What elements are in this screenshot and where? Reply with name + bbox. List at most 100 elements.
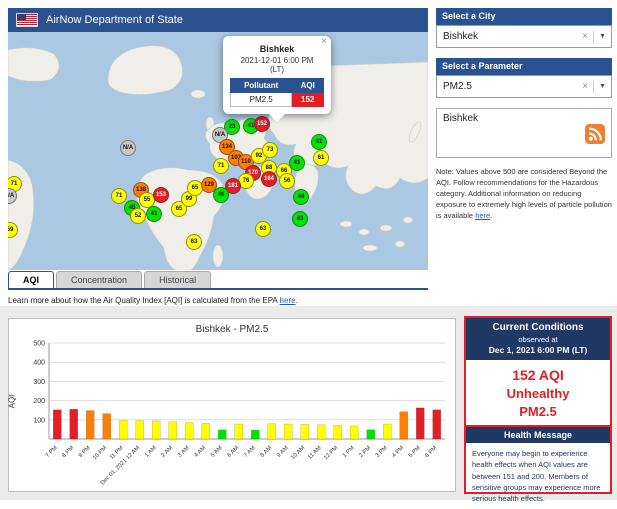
app-header: AirNow Department of State bbox=[8, 8, 428, 32]
current-aqi-value: 152 AQI bbox=[466, 367, 610, 383]
city-select-controls: × ▼ bbox=[582, 31, 606, 43]
popup-city: Bishkek bbox=[227, 44, 327, 54]
city-clear-icon[interactable]: × bbox=[582, 31, 588, 42]
rss-city-label: Bishkek bbox=[443, 113, 478, 124]
rss-icon[interactable] bbox=[585, 124, 605, 144]
beyond-aqi-note: Note: Values above 500 are considered Be… bbox=[436, 167, 612, 221]
aqi-chart-panel: Bishkek - PM2.5 AQI 1002003004005007 PM8… bbox=[8, 318, 456, 492]
x-tick-label: 7 AM bbox=[243, 445, 257, 459]
y-tick-label: 300 bbox=[33, 379, 45, 386]
aqi-marker[interactable]: 41 bbox=[311, 134, 327, 150]
select-parameter-header: Select a Parameter bbox=[436, 58, 612, 75]
chart-bar bbox=[152, 421, 160, 439]
x-tick-label: 3 AM bbox=[177, 445, 191, 459]
observed-datetime: Dec 1, 2021 6:00 PM (LT) bbox=[468, 345, 608, 355]
y-tick-label: 100 bbox=[33, 417, 45, 424]
chart-bar bbox=[136, 421, 144, 439]
popup-close-icon[interactable]: × bbox=[321, 37, 327, 47]
current-aqi-category: Unhealthy bbox=[466, 386, 610, 401]
city-select[interactable]: Bishkek × ▼ bbox=[436, 25, 612, 48]
parameter-clear-icon[interactable]: × bbox=[582, 81, 588, 92]
popup-pollutant-value: PM2.5 bbox=[231, 93, 292, 107]
aqi-marker[interactable]: 44 bbox=[293, 189, 309, 205]
chart-bar bbox=[317, 425, 325, 439]
tab-aqi[interactable]: AQI bbox=[8, 271, 54, 288]
x-tick-label: 12 PM bbox=[323, 445, 339, 461]
chart-bar bbox=[383, 424, 391, 439]
chart-bar bbox=[70, 409, 78, 439]
chart-bar bbox=[416, 408, 424, 439]
x-tick-label: 6 PM bbox=[424, 445, 438, 459]
parameter-select[interactable]: PM2.5 × ▼ bbox=[436, 75, 612, 98]
chevron-down-icon[interactable]: ▼ bbox=[599, 33, 606, 40]
aqi-marker[interactable]: 152 bbox=[254, 116, 270, 132]
aqi-marker[interactable]: 61 bbox=[313, 150, 329, 166]
aqi-marker[interactable]: 71 bbox=[213, 158, 229, 174]
chart-bar bbox=[268, 424, 276, 439]
aqi-marker[interactable]: 41 bbox=[289, 155, 305, 171]
aqi-marker[interactable]: N/A bbox=[120, 140, 136, 156]
world-map[interactable]: 71N/A59N/A2341N/A13410371110927388170761… bbox=[8, 32, 428, 270]
health-message-header: Health Message bbox=[466, 427, 610, 443]
aqi-marker[interactable]: 71 bbox=[111, 188, 127, 204]
chart-bar bbox=[301, 424, 309, 439]
current-conditions-panel: Current Conditions observed at Dec 1, 20… bbox=[464, 316, 612, 494]
tab-concentration[interactable]: Concentration bbox=[56, 271, 142, 288]
chart-bar bbox=[433, 410, 441, 439]
x-tick-label: 8 AM bbox=[260, 445, 274, 459]
popup-aqi-table: Pollutant AQI PM2.5 152 bbox=[230, 78, 324, 107]
x-tick-label: 2 AM bbox=[161, 445, 175, 459]
select-separator bbox=[593, 81, 594, 93]
chart-bar bbox=[103, 414, 111, 439]
chart-bar bbox=[86, 411, 94, 439]
popup-aqi-value: 152 bbox=[292, 93, 324, 107]
x-tick-label: 1 AM bbox=[144, 445, 158, 459]
aqi-marker[interactable]: 63 bbox=[255, 221, 271, 237]
x-tick-label: 9 AM bbox=[276, 445, 290, 459]
observed-at-label: observed at bbox=[468, 335, 608, 344]
parameter-select-value: PM2.5 bbox=[443, 81, 472, 92]
aqi-marker[interactable]: 164 bbox=[261, 171, 277, 187]
chart-bar bbox=[284, 424, 292, 439]
tab-bar: AQI Concentration Historical bbox=[8, 271, 428, 290]
map-landmasses bbox=[8, 32, 428, 270]
x-tick-label: 10 PM bbox=[92, 445, 108, 461]
aqi-marker[interactable]: 73 bbox=[262, 142, 278, 158]
chart-bar bbox=[185, 422, 193, 439]
airnow-page: AirNow Department of State bbox=[0, 0, 617, 500]
aqi-marker[interactable]: 153 bbox=[153, 187, 169, 203]
y-tick-label: 200 bbox=[33, 398, 45, 405]
chart-bar bbox=[218, 430, 226, 439]
aqi-marker[interactable]: 43 bbox=[292, 211, 308, 227]
x-tick-label: 10 AM bbox=[290, 445, 306, 461]
note-here-link[interactable]: here bbox=[475, 211, 490, 220]
sidebar: Select a City Bishkek × ▼ Select a Param… bbox=[436, 8, 612, 229]
y-tick-label: 500 bbox=[33, 341, 45, 348]
x-tick-label: 5 AM bbox=[210, 445, 224, 459]
chart-bar bbox=[400, 412, 408, 439]
popup-col-aqi: AQI bbox=[292, 79, 324, 93]
x-tick-label: 4 PM bbox=[391, 445, 405, 459]
aqi-marker[interactable]: 63 bbox=[186, 234, 202, 250]
x-tick-label: 7 PM bbox=[45, 445, 59, 459]
learn-more-text: Learn more about how the Air Quality Ind… bbox=[8, 296, 298, 305]
epa-here-link[interactable]: here bbox=[280, 296, 296, 305]
tab-historical[interactable]: Historical bbox=[144, 271, 211, 288]
aqi-marker[interactable]: 52 bbox=[130, 208, 146, 224]
city-select-value: Bishkek bbox=[443, 31, 478, 42]
aqi-marker[interactable]: 56 bbox=[279, 173, 295, 189]
page-title: AirNow Department of State bbox=[46, 14, 183, 26]
chart-bar bbox=[53, 410, 61, 439]
current-conditions-header: Current Conditions observed at Dec 1, 20… bbox=[466, 318, 610, 360]
x-tick-label: 4 AM bbox=[194, 445, 208, 459]
aqi-marker[interactable]: 41 bbox=[146, 206, 162, 222]
chart-bar bbox=[169, 422, 177, 439]
chart-bar bbox=[350, 426, 358, 439]
x-tick-label: 9 PM bbox=[78, 445, 92, 459]
health-message-text: Everyone may begin to experience health … bbox=[466, 443, 610, 509]
current-pollutant: PM2.5 bbox=[466, 404, 610, 419]
chevron-down-icon[interactable]: ▼ bbox=[599, 83, 606, 90]
x-tick-label: 1 PM bbox=[342, 445, 356, 459]
aqi-marker[interactable]: 46 bbox=[213, 187, 229, 203]
popup-local-time-label: (LT) bbox=[227, 65, 327, 74]
